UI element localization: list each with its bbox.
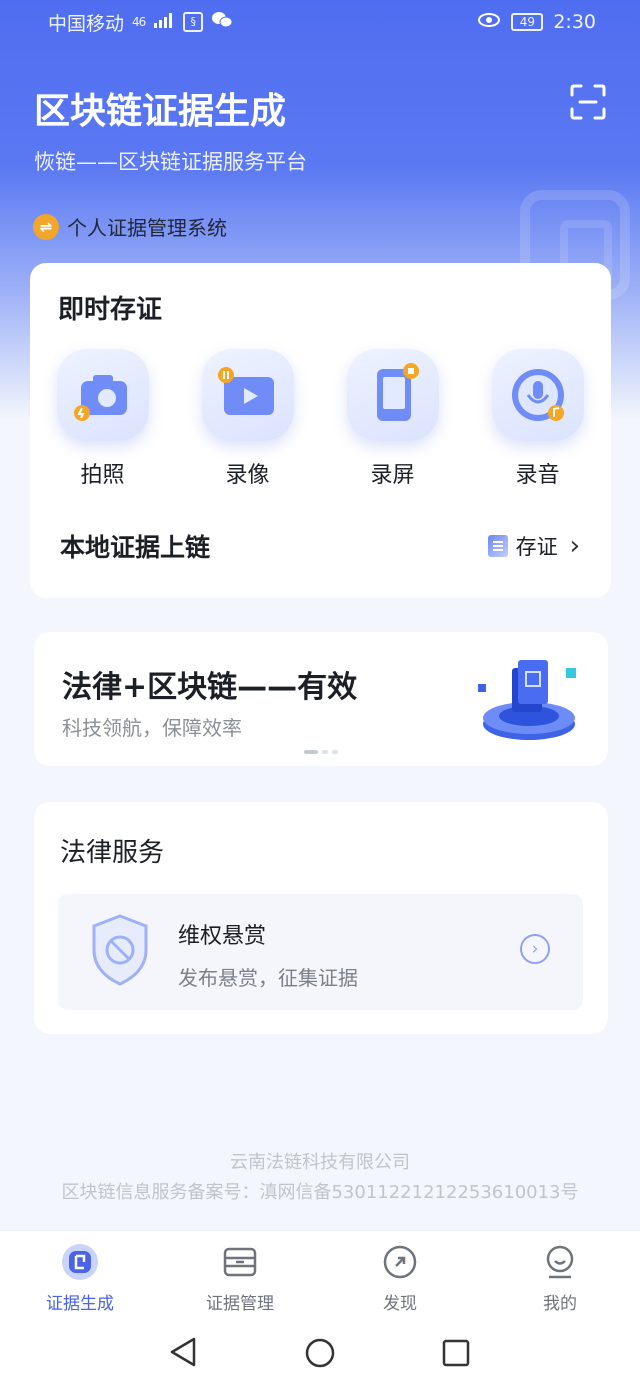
- banner-pagination: [304, 750, 338, 754]
- compass-icon: [383, 1245, 417, 1279]
- tab-discover[interactable]: 发现: [320, 1231, 480, 1316]
- local-upload-title: 本地证据上链: [60, 533, 211, 562]
- scan-button[interactable]: [568, 82, 608, 122]
- system-nav-bar: [0, 1316, 640, 1387]
- evidence-generate-icon: [62, 1244, 98, 1280]
- tool-video[interactable]: 录像: [175, 349, 320, 489]
- home-icon[interactable]: [304, 1337, 336, 1369]
- status-bar: 中国移动 46 § 49 2:30: [0, 0, 640, 44]
- tool-label: 拍照: [80, 463, 125, 488]
- archive-icon: [223, 1247, 257, 1277]
- page-subtitle: 恢链——区块链证据服务平台: [34, 150, 307, 174]
- clock: 2:30: [553, 11, 596, 33]
- eye-icon: [477, 11, 501, 33]
- carrier-name: 中国移动: [48, 12, 125, 35]
- tab-label: 证据生成: [46, 1294, 114, 1314]
- tab-evidence-generate[interactable]: 证据生成: [0, 1231, 160, 1316]
- tool-label: 录像: [225, 463, 270, 488]
- user-icon: [546, 1245, 574, 1279]
- tool-photo[interactable]: 拍照: [30, 349, 175, 489]
- wechat-icon: [211, 11, 233, 34]
- page-title: 区块链证据生成: [34, 90, 287, 131]
- microphone-icon: [491, 349, 584, 441]
- legal-services-card: 法律服务 维权悬赏 发布悬赏，征集证据 ›: [34, 802, 608, 1034]
- screen-record-icon: [346, 349, 439, 441]
- tab-profile[interactable]: 我的: [480, 1231, 640, 1316]
- battery-icon: 49: [511, 13, 544, 31]
- tool-label: 录屏: [370, 463, 415, 488]
- tool-screen-record[interactable]: 录屏: [320, 349, 465, 489]
- company-name: 云南法链科技有限公司: [230, 1152, 410, 1173]
- tool-audio[interactable]: 录音: [465, 349, 610, 489]
- tab-label: 发现: [383, 1294, 417, 1314]
- chevron-right-icon: ›: [569, 531, 580, 561]
- banner-title: 法律+区块链——有效: [62, 670, 358, 705]
- switch-icon: ⇌: [33, 213, 59, 240]
- blockchain-illustration: [478, 660, 576, 740]
- recents-icon[interactable]: [441, 1338, 471, 1368]
- tab-label: 我的: [543, 1294, 577, 1314]
- evidence-tools: 拍照 录像 录屏 录音: [30, 349, 611, 489]
- system-label: 个人证据管理系统: [67, 216, 227, 240]
- footer: 云南法链科技有限公司 区块链信息服务备案号：滇网信备53011221212253…: [0, 1148, 640, 1208]
- bottom-tab-bar: 证据生成 证据管理 发现 我的: [0, 1230, 640, 1316]
- promo-banner[interactable]: 法律+区块链——有效 科技领航，保障效率: [34, 632, 608, 766]
- pagination-dot: [332, 750, 338, 754]
- reward-title: 维权悬赏: [178, 924, 267, 949]
- instant-evidence-card: 即时存证 拍照 录像 录屏 录音 本地证据上链 存证 ›: [30, 263, 611, 598]
- back-icon[interactable]: [168, 1336, 198, 1368]
- pagination-dot-active: [304, 750, 318, 754]
- app-notification-icon: §: [183, 12, 204, 32]
- system-switch[interactable]: ⇌ 个人证据管理系统: [33, 212, 227, 241]
- video-icon: [201, 349, 294, 441]
- tab-label: 证据管理: [206, 1294, 274, 1314]
- network-type: 46: [132, 15, 146, 29]
- document-icon: [487, 535, 508, 557]
- scan-icon: [570, 84, 606, 120]
- tool-label: 录音: [515, 463, 560, 488]
- reward-subtitle: 发布悬赏，征集证据: [178, 966, 358, 990]
- reward-item[interactable]: 维权悬赏 发布悬赏，征集证据 ›: [58, 894, 583, 1010]
- banner-subtitle: 科技领航，保障效率: [62, 716, 242, 740]
- pagination-dot: [322, 750, 328, 754]
- legal-services-title: 法律服务: [60, 838, 165, 868]
- arrow-circle-icon[interactable]: ›: [520, 934, 550, 964]
- shield-icon: [92, 914, 148, 986]
- instant-evidence-title: 即时存证: [58, 295, 163, 325]
- camera-icon: [56, 349, 149, 441]
- tab-evidence-manage[interactable]: 证据管理: [160, 1231, 320, 1316]
- store-evidence-label: 存证: [515, 535, 558, 559]
- store-evidence-link[interactable]: 存证 ›: [487, 531, 580, 561]
- signal-icon: [153, 11, 175, 33]
- local-upload-row[interactable]: 本地证据上链 存证 ›: [60, 528, 580, 564]
- icp-record: 区块链信息服务备案号：滇网信备53011221212253610013号: [61, 1182, 579, 1203]
